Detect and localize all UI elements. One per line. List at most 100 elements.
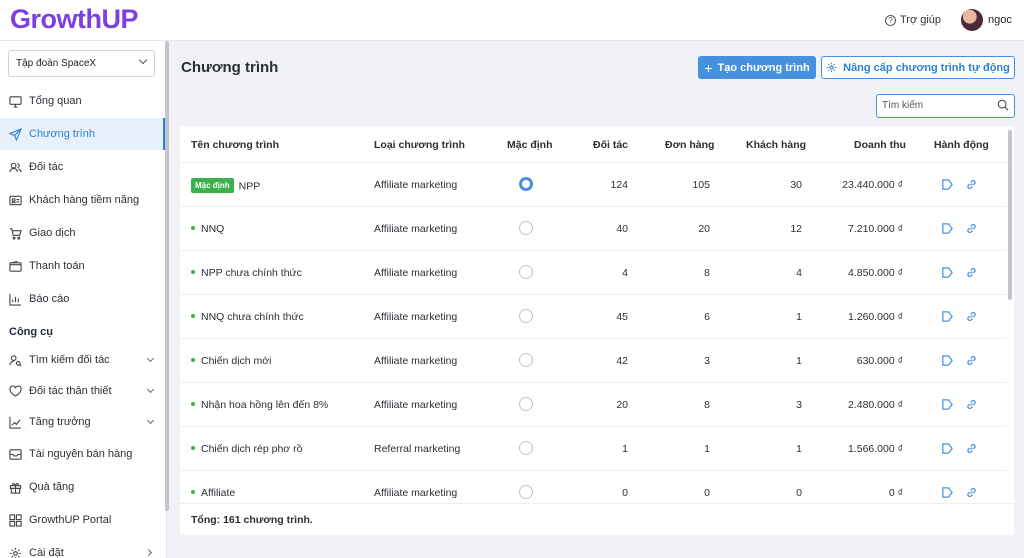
sidebar-item-loyal-partners[interactable]: Đối tác thân thiết bbox=[0, 375, 165, 407]
orders-count: 105 bbox=[692, 179, 710, 191]
link-icon[interactable] bbox=[965, 266, 978, 279]
edit-icon[interactable] bbox=[941, 222, 954, 235]
program-name-cell[interactable]: Nhận hoa hồng lên đến 8% bbox=[191, 399, 328, 411]
program-name: NPP chưa chính thức bbox=[201, 267, 302, 279]
partners-count: 1 bbox=[622, 443, 628, 455]
program-name-cell[interactable]: Affiliate bbox=[191, 487, 235, 499]
user-name[interactable]: ngoc bbox=[988, 14, 1012, 26]
sidebar-item-growth[interactable]: Tăng trưởng bbox=[0, 406, 165, 438]
program-name: Nhận hoa hồng lên đến 8% bbox=[201, 399, 329, 411]
edit-icon[interactable] bbox=[941, 266, 954, 279]
table-footer: Tổng: 161 chương trình. bbox=[180, 503, 1014, 535]
program-name-cell[interactable]: Chiến dịch rép phơ rồ bbox=[191, 443, 302, 455]
create-program-button[interactable]: + Tạo chương trình bbox=[698, 56, 816, 79]
search-input[interactable] bbox=[882, 95, 992, 115]
gift-icon bbox=[9, 481, 22, 494]
link-icon[interactable] bbox=[965, 178, 978, 191]
customers-count: 1 bbox=[796, 355, 802, 367]
monitor-icon bbox=[9, 95, 22, 108]
edit-icon[interactable] bbox=[941, 486, 954, 499]
partners-count: 0 bbox=[622, 487, 628, 499]
default-badge: Mặc định bbox=[191, 178, 234, 193]
search-box bbox=[876, 94, 1015, 118]
link-icon[interactable] bbox=[965, 486, 978, 499]
program-type: Affiliate marketing bbox=[374, 179, 458, 191]
sidebar-item-find-partners[interactable]: Tìm kiếm đối tác bbox=[0, 344, 165, 376]
program-name-cell[interactable]: Chiến dịch mới bbox=[191, 355, 272, 367]
sidebar-item-label: Giao dịch bbox=[29, 227, 76, 239]
program-name-cell[interactable]: NPP chưa chính thức bbox=[191, 267, 302, 279]
table-row[interactable]: NPP chưa chính thức Affiliate marketing 4 8… bbox=[180, 251, 1006, 295]
default-radio[interactable] bbox=[519, 177, 533, 191]
table-row[interactable]: NNQ chưa chính thức Affiliate marketing 45… bbox=[180, 295, 1006, 339]
column-header-orders: Đơn hàng bbox=[665, 139, 715, 151]
sidebar-item-label: Quà tặng bbox=[29, 481, 75, 493]
program-type: Affiliate marketing bbox=[374, 311, 458, 323]
gear-icon bbox=[826, 62, 837, 73]
program-type: Affiliate marketing bbox=[374, 267, 458, 279]
upgrade-program-button[interactable]: Nâng cấp chương trình tự động bbox=[821, 56, 1015, 79]
default-radio[interactable] bbox=[519, 353, 533, 367]
question-circle-icon: ? bbox=[885, 14, 896, 26]
edit-icon[interactable] bbox=[941, 398, 954, 411]
program-name-cell[interactable]: Mặc định NPP bbox=[191, 178, 260, 194]
edit-icon[interactable] bbox=[941, 178, 954, 191]
active-status-dot bbox=[191, 226, 195, 231]
help-link[interactable]: ? Trợ giúp bbox=[885, 14, 941, 26]
link-icon[interactable] bbox=[965, 442, 978, 455]
sidebar-item-label: Tìm kiếm đối tác bbox=[29, 354, 110, 366]
customers-count: 3 bbox=[796, 399, 802, 411]
id-card-icon bbox=[9, 194, 22, 207]
orders-count: 8 bbox=[704, 267, 710, 279]
column-header-partners: Đối tác bbox=[593, 139, 629, 151]
sidebar-scrollbar[interactable] bbox=[165, 41, 169, 511]
link-icon[interactable] bbox=[965, 222, 978, 235]
link-icon[interactable] bbox=[965, 310, 978, 323]
active-status-dot bbox=[191, 402, 195, 407]
program-name-cell[interactable]: NNQ bbox=[191, 223, 224, 235]
sidebar-item-partners[interactable]: Đối tác bbox=[0, 151, 165, 183]
sidebar-item-reports[interactable]: Báo cáo bbox=[0, 283, 165, 315]
default-radio[interactable] bbox=[519, 265, 533, 279]
revenue-value: 2.480.000 ₫ bbox=[847, 399, 903, 411]
sidebar-item-label: Thanh toán bbox=[29, 260, 85, 272]
edit-icon[interactable] bbox=[941, 354, 954, 367]
table-row[interactable]: Chiến dịch mới Affiliate marketing 42 3 1 630… bbox=[180, 339, 1006, 383]
send-icon bbox=[9, 127, 22, 141]
link-icon[interactable] bbox=[965, 354, 978, 367]
organization-select[interactable]: Tập đoàn SpaceX bbox=[8, 50, 155, 77]
edit-icon[interactable] bbox=[941, 442, 954, 455]
sidebar-item-transactions[interactable]: Giao dịch bbox=[0, 217, 165, 249]
link-icon[interactable] bbox=[965, 398, 978, 411]
plus-icon: + bbox=[704, 59, 713, 76]
sidebar-item-overview[interactable]: Tổng quan bbox=[0, 85, 165, 117]
default-radio[interactable] bbox=[519, 221, 533, 235]
sidebar-item-sales-resources[interactable]: Tài nguyên bán hàng bbox=[0, 438, 165, 470]
default-radio[interactable] bbox=[519, 309, 533, 323]
table-row[interactable]: Chiến dịch rép phơ rồ Referral marketing 1… bbox=[180, 427, 1006, 471]
cart-icon bbox=[9, 227, 22, 240]
table-row[interactable]: Mặc định NPP Affiliate marketing 124 105 30 23… bbox=[180, 163, 1006, 207]
default-radio[interactable] bbox=[519, 441, 533, 455]
sidebar-item-leads[interactable]: Khách hàng tiềm năng bbox=[0, 184, 165, 216]
program-name-cell[interactable]: NNQ chưa chính thức bbox=[191, 311, 304, 323]
default-radio[interactable] bbox=[519, 485, 533, 499]
sidebar-item-gifts[interactable]: Quà tặng bbox=[0, 471, 165, 503]
table-row[interactable]: NNQ Affiliate marketing 40 20 12 7.210.000 ₫ bbox=[180, 207, 1006, 251]
sidebar-item-settings[interactable]: Cài đặt bbox=[0, 537, 165, 558]
table-row[interactable]: Nhận hoa hồng lên đến 8% Affiliate market… bbox=[180, 383, 1006, 427]
sidebar-item-programs[interactable]: Chương trình bbox=[0, 118, 165, 150]
page-title: Chương trình bbox=[181, 59, 279, 76]
chevron-down-icon bbox=[146, 416, 155, 425]
default-radio[interactable] bbox=[519, 397, 533, 411]
active-status-dot bbox=[191, 446, 195, 451]
active-status-dot bbox=[191, 314, 195, 319]
growthup-logo[interactable]: GrowthUP bbox=[10, 4, 139, 35]
search-icon[interactable] bbox=[997, 99, 1009, 111]
column-header-revenue: Doanh thu bbox=[854, 139, 906, 151]
edit-icon[interactable] bbox=[941, 310, 954, 323]
table-scrollbar[interactable] bbox=[1008, 130, 1012, 300]
sidebar-item-portal[interactable]: GrowthUP Portal bbox=[0, 504, 165, 536]
avatar[interactable] bbox=[961, 9, 983, 31]
sidebar-item-payments[interactable]: Thanh toán bbox=[0, 250, 165, 282]
